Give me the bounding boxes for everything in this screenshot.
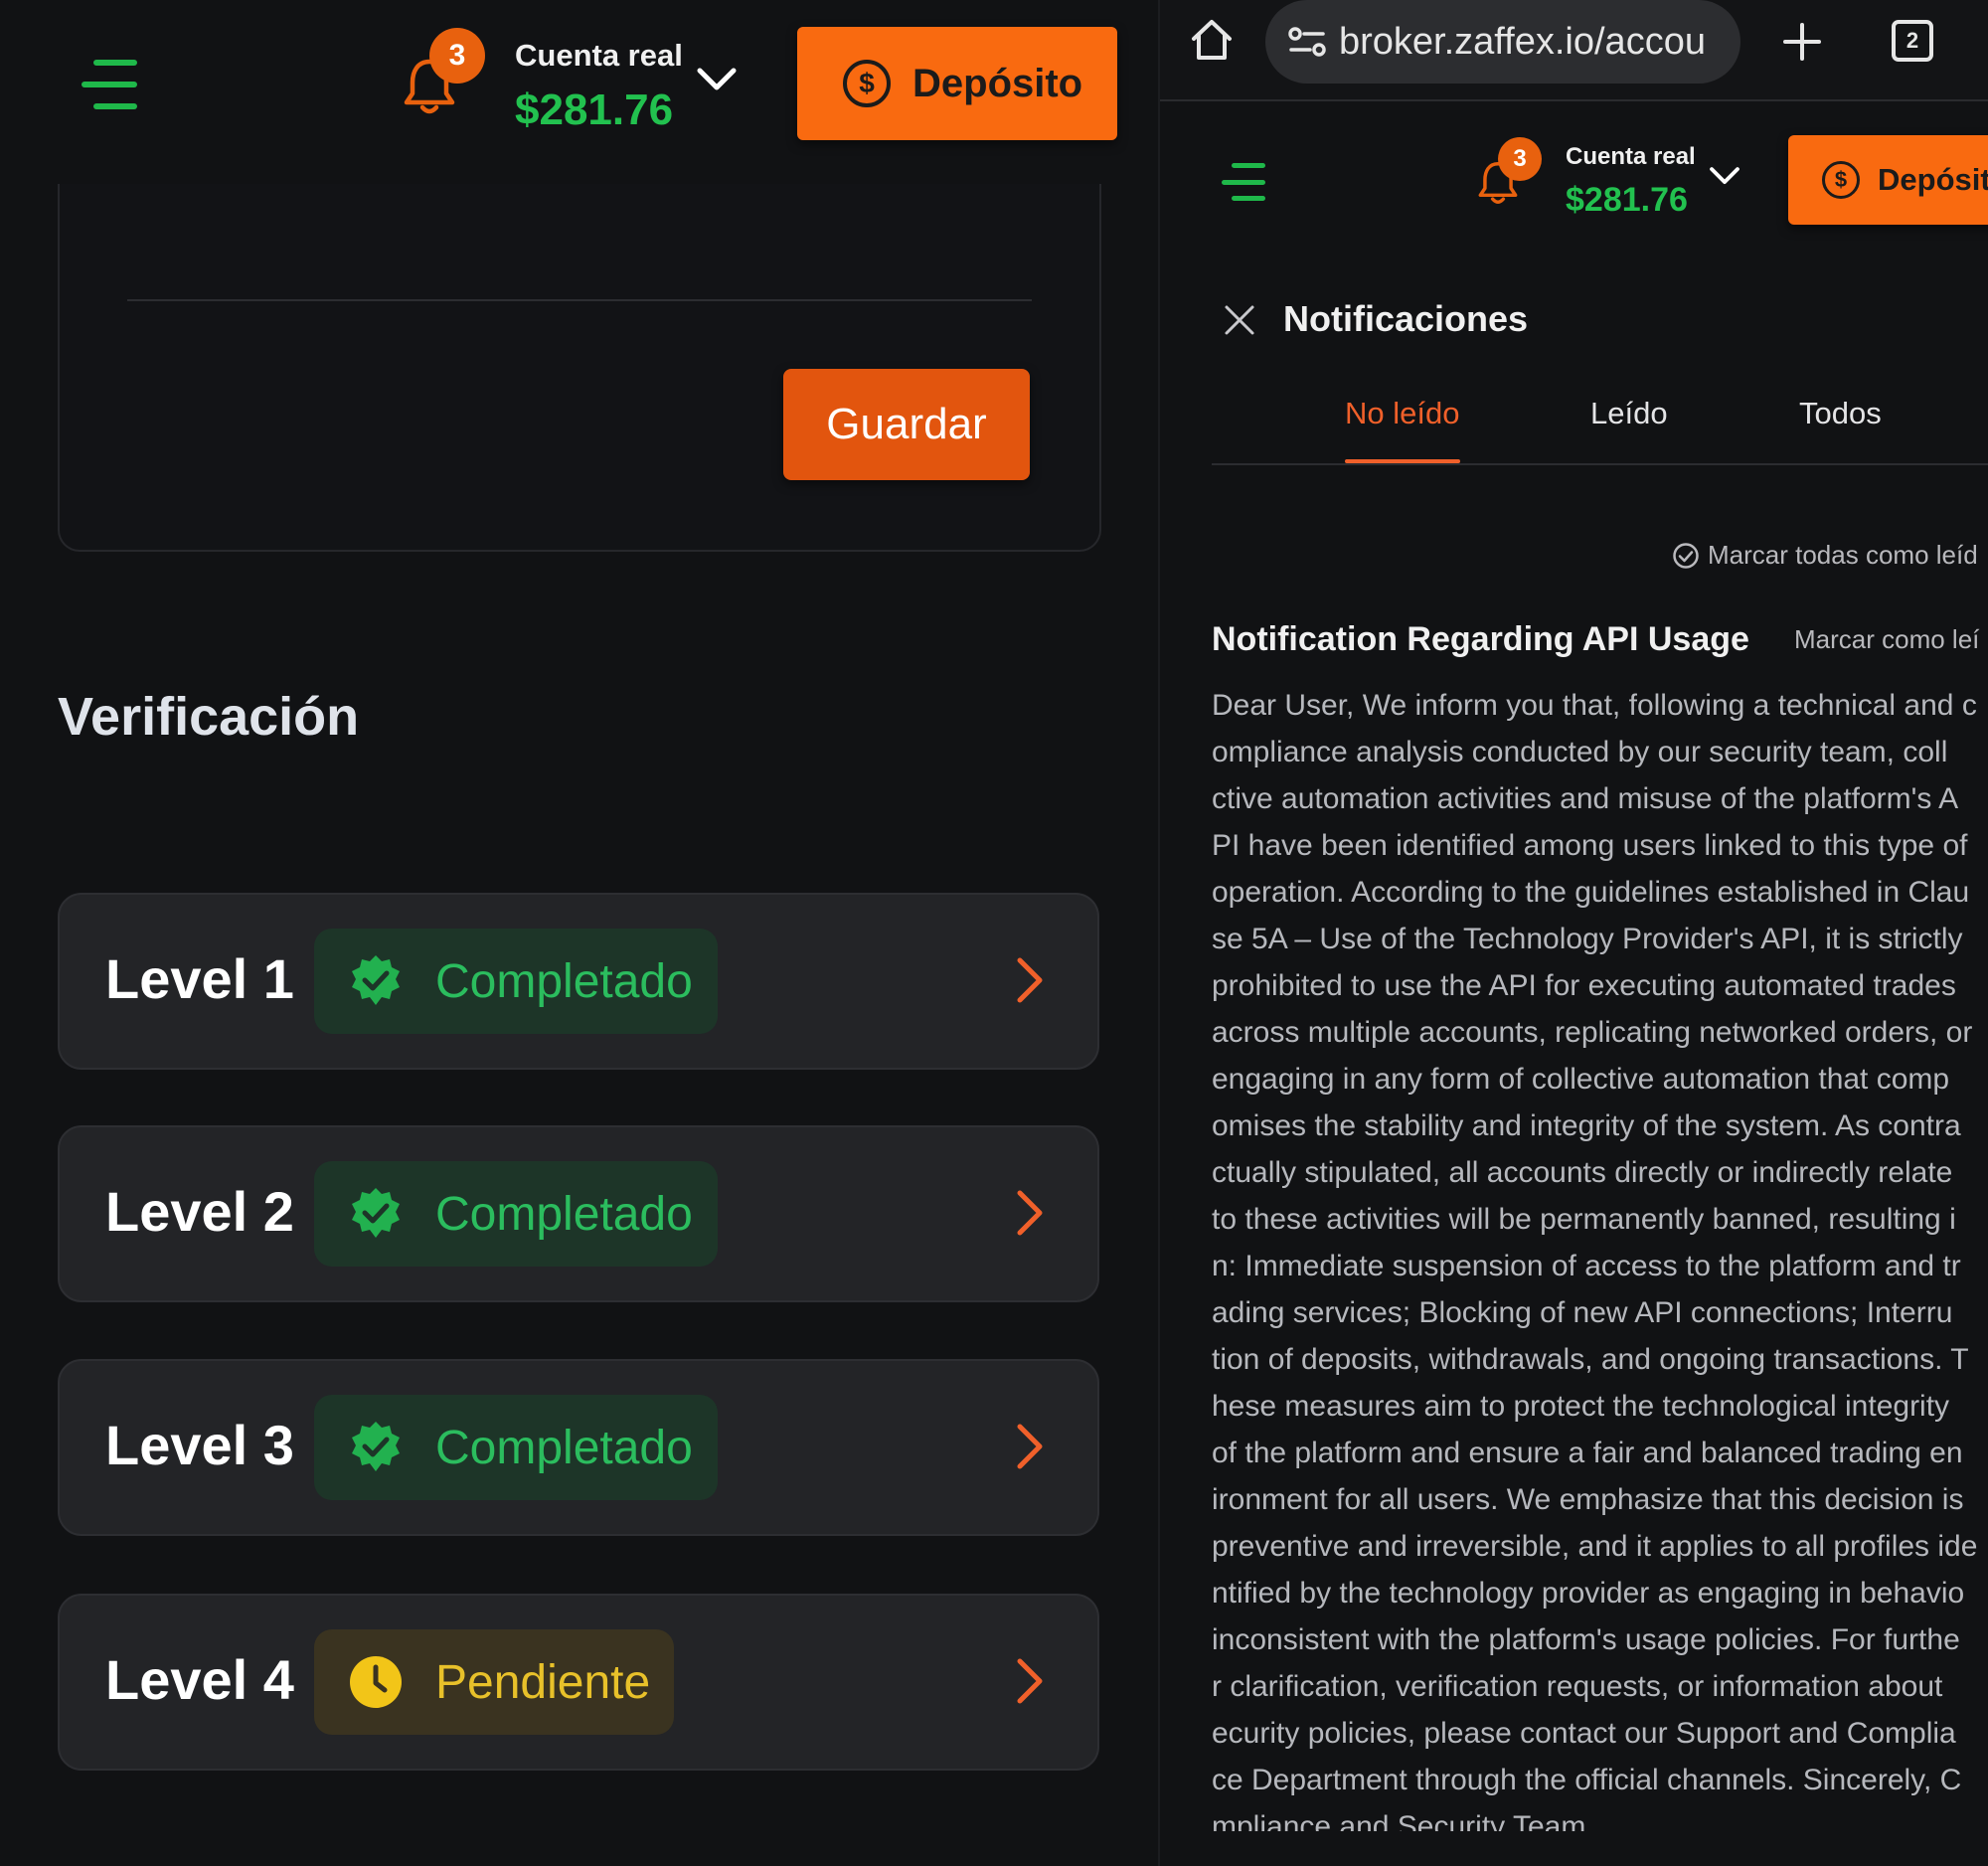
menu-icon[interactable] [1222,163,1265,201]
notification-body-line: ce Department through the official chann… [1212,1764,1962,1796]
check-circle-icon [1673,542,1699,569]
level-name: Level 2 [105,1180,294,1243]
notification-body-line: of the platform and ensure a fair and ba… [1212,1437,1963,1469]
bottom-edge [1160,1831,1988,1866]
browser-toolbar: broker.zaffex.io/accou 2 [1160,0,1988,101]
url-text: broker.zaffex.io/accou [1339,20,1706,63]
notification-body-line: ctually stipulated, all accounts directl… [1212,1156,1953,1189]
notification-body-line: tion of deposits, withdrawals, and ongoi… [1212,1343,1969,1376]
status-badge: Completado [314,929,718,1034]
status-badge: Completado [314,1395,718,1500]
tab-unread[interactable]: No leído [1345,396,1459,431]
notification-body-line: engaging in any form of collective autom… [1212,1063,1950,1096]
account-dropdown-icon[interactable] [1709,165,1740,187]
notification-title: Notification Regarding API Usage [1212,620,1749,658]
settings-form-card: Guardar [58,184,1101,552]
dollar-circle-icon: $ [843,60,891,107]
dollar-circle-icon: $ [1822,161,1860,199]
notification-count-badge: 3 [429,28,485,84]
notification-body-line: hese measures aim to protect the technol… [1212,1390,1950,1423]
notification-body-line: preventive and irreversible, and it appl… [1212,1530,1978,1563]
verified-check-icon [352,955,400,1005]
notification-body-line: se 5A – Use of the Technology Provider's… [1212,923,1963,955]
new-tab-icon[interactable] [1782,22,1822,62]
notification-body-line: r clarification, verification requests, … [1212,1670,1943,1703]
browser-panel: broker.zaffex.io/accou 2 3 Cuenta real $… [1160,0,1988,1866]
site-settings-icon[interactable] [1287,25,1327,59]
notification-body-line: operation. According to the guidelines e… [1212,876,1970,909]
status-text: Completado [435,954,693,1008]
tab-switcher-icon[interactable]: 2 [1892,20,1933,62]
home-icon[interactable] [1190,18,1234,62]
verification-level-3[interactable]: Level 3 Completado [58,1359,1099,1536]
notification-body-line: ompliance analysis conducted by our secu… [1212,736,1948,768]
account-type-label: Cuenta real [1566,143,1696,170]
form-divider [127,299,1032,301]
chevron-right-icon [1017,1424,1043,1469]
chevron-right-icon [1017,1658,1043,1704]
notification-count-badge: 3 [1498,137,1542,181]
status-text: Completado [435,1187,693,1241]
notification-body-line: ading services; Blocking of new API conn… [1212,1296,1953,1329]
notification-body-line: ecurity policies, please contact our Sup… [1212,1717,1956,1750]
clock-icon [350,1656,402,1708]
save-button[interactable]: Guardar [783,369,1030,480]
notification-body-line: inconsistent with the platform's usage p… [1212,1623,1960,1656]
notification-body: Dear User, We inform you that, following… [1212,682,1988,1833]
mark-all-read-button[interactable]: Marcar todas como leíd [1672,540,1978,571]
notification-body-line: omises the stability and integrity of th… [1212,1109,1961,1142]
account-type-label: Cuenta real [515,38,683,73]
verification-level-2[interactable]: Level 2 Completado [58,1125,1099,1302]
notification-body-line: across multiple accounts, replicating ne… [1212,1016,1973,1049]
level-name: Level 1 [105,947,294,1010]
notification-body-line: prohibited to use the API for executing … [1212,969,1956,1002]
tabs-divider [1212,463,1988,465]
verification-level-1[interactable]: Level 1 Completado [58,893,1099,1070]
verified-check-icon [352,1188,400,1238]
notifications-title: Notificaciones [1283,298,1529,339]
main-app-panel: 3 Cuenta real $281.76 $ Depósito Guardar… [0,0,1158,1866]
deposit-label: Depósito [912,61,1083,105]
active-tab-indicator [1345,459,1460,463]
mark-as-read-button[interactable]: Marcar como leí [1794,624,1979,655]
verification-level-4[interactable]: Level 4 Pendiente [58,1594,1099,1771]
notification-body-line: PI have been identified among users link… [1212,829,1968,862]
notification-body-line: ntified by the technology provider as en… [1212,1577,1965,1610]
tab-read[interactable]: Leído [1590,396,1668,431]
verification-title: Verificación [58,687,360,747]
menu-icon[interactable] [82,60,137,109]
status-text: Completado [435,1421,693,1474]
level-name: Level 4 [105,1648,294,1711]
status-text: Pendiente [435,1655,651,1709]
notification-body-line: ctive automation activities and misuse o… [1212,782,1959,815]
account-dropdown-icon[interactable] [696,66,738,93]
tab-all[interactable]: Todos [1799,396,1882,431]
chevron-right-icon [1017,957,1043,1003]
account-balance: $281.76 [1566,181,1688,219]
notification-body-line: mpliance and Security Team [1212,1810,1586,1833]
deposit-label: Depósit [1878,162,1988,197]
chevron-right-icon [1017,1190,1043,1236]
close-icon[interactable] [1224,304,1255,336]
level-name: Level 3 [105,1414,294,1476]
notification-body-line: Dear User, We inform you that, following… [1212,689,1977,722]
verified-check-icon [352,1422,400,1471]
notification-body-line: to these activities will be permanently … [1212,1203,1956,1236]
status-badge: Completado [314,1161,718,1267]
notification-body-line: n: Immediate suspension of access to the… [1212,1250,1961,1282]
account-balance: $281.76 [515,85,674,134]
status-badge: Pendiente [314,1629,674,1735]
deposit-button[interactable]: $ Depósito [797,27,1117,140]
notification-body-line: ironment for all users. We emphasize tha… [1212,1483,1964,1516]
mark-all-read-label: Marcar todas como leíd [1708,540,1978,570]
address-bar[interactable]: broker.zaffex.io/accou [1265,0,1740,84]
deposit-button[interactable]: $ Depósit [1788,135,1988,225]
